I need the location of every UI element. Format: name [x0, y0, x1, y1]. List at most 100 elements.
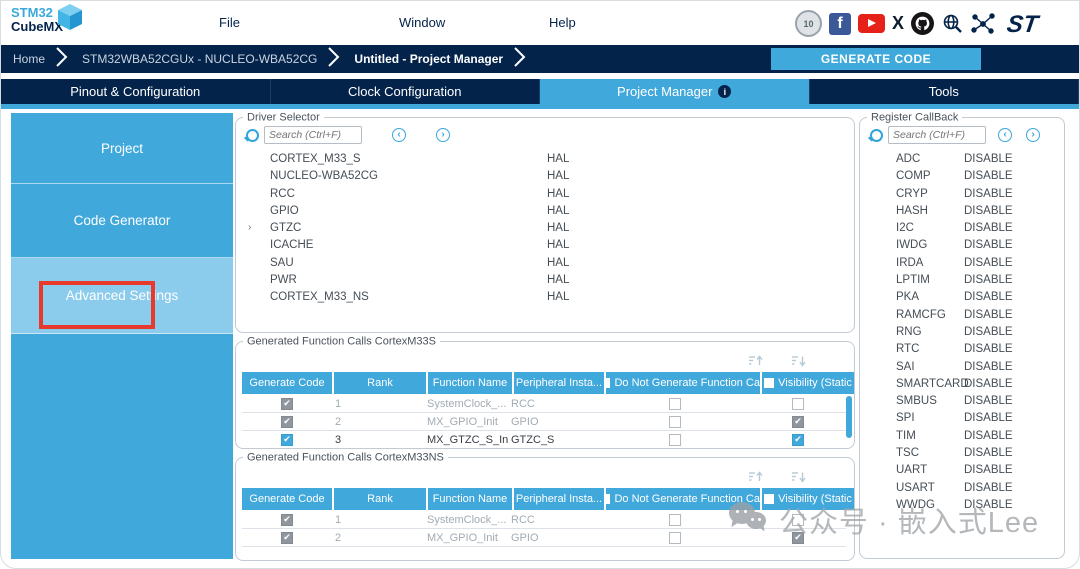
register-row[interactable]: ADC DISABLE: [860, 152, 1064, 169]
driver-row[interactable]: ICACHE HAL: [236, 238, 854, 255]
header-checkbox[interactable]: [606, 494, 611, 504]
register-row[interactable]: COMP DISABLE: [860, 169, 1064, 186]
column-header-function[interactable]: Function Name: [428, 488, 512, 510]
info-icon[interactable]: i: [718, 85, 732, 98]
register-row[interactable]: SPI DISABLE: [860, 411, 1064, 428]
checkbox-generate[interactable]: ✔: [281, 415, 293, 428]
menu-file[interactable]: File: [219, 15, 240, 30]
driver-row[interactable]: GPIO HAL: [236, 204, 854, 221]
header-checkbox[interactable]: [764, 378, 775, 388]
register-row[interactable]: IWDG DISABLE: [860, 238, 1064, 255]
generate-code-button[interactable]: GENERATE CODE: [771, 48, 981, 70]
chevron-expand-icon[interactable]: ›: [248, 222, 251, 233]
sort-descending-icon[interactable]: [791, 354, 806, 372]
tab-pinout-configuration[interactable]: Pinout & Configuration: [1, 79, 271, 104]
register-row[interactable]: I2C DISABLE: [860, 221, 1064, 238]
prev-result-button[interactable]: ‹: [998, 128, 1012, 142]
checkbox-visibility[interactable]: [792, 513, 804, 526]
checkbox-visibility[interactable]: ✔: [792, 531, 804, 544]
driver-row[interactable]: CORTEX_M33_NS HAL: [236, 290, 854, 307]
header-checkbox[interactable]: [764, 494, 775, 504]
register-row[interactable]: SMBUS DISABLE: [860, 394, 1064, 411]
column-header-rank[interactable]: Rank: [334, 488, 426, 510]
column-header-rank[interactable]: Rank: [334, 372, 426, 394]
register-row[interactable]: TSC DISABLE: [860, 446, 1064, 463]
driver-row[interactable]: PWR HAL: [236, 273, 854, 290]
driver-row[interactable]: SAU HAL: [236, 256, 854, 273]
checkbox-visibility[interactable]: ✔: [792, 415, 804, 428]
community-icon[interactable]: [971, 12, 996, 35]
register-row[interactable]: TIM DISABLE: [860, 429, 1064, 446]
tab-tools[interactable]: Tools: [810, 79, 1079, 104]
table-row[interactable]: ✔ 2 MX_GPIO_Init GPIO ✔: [242, 413, 846, 431]
register-row[interactable]: LPTIM DISABLE: [860, 273, 1064, 290]
checkbox-generate[interactable]: ✔: [281, 531, 293, 544]
table-row[interactable]: ✔ 2 MX_GPIO_Init GPIO ✔: [242, 529, 846, 547]
column-header-peripheral[interactable]: Peripheral Insta...: [514, 488, 604, 510]
facebook-icon[interactable]: f: [828, 12, 851, 35]
register-row[interactable]: SAI DISABLE: [860, 360, 1064, 377]
checkbox-visibility[interactable]: [792, 397, 804, 410]
column-header-do_not_generate[interactable]: Do Not Generate Function Ca: [606, 372, 760, 394]
checkbox-do_not_generate[interactable]: [669, 397, 681, 410]
search-globe-icon[interactable]: [941, 12, 964, 35]
next-result-button[interactable]: ›: [436, 128, 450, 142]
driver-row[interactable]: › GTZC HAL: [236, 221, 854, 238]
column-header-do_not_generate[interactable]: Do Not Generate Function Ca: [606, 488, 760, 510]
register-search-input[interactable]: [888, 126, 986, 144]
youtube-icon[interactable]: [857, 14, 885, 33]
register-row[interactable]: PKA DISABLE: [860, 290, 1064, 307]
register-row[interactable]: SMARTCARD DISABLE: [860, 377, 1064, 394]
table-row[interactable]: ✔ 1 SystemClock_... RCC: [242, 395, 846, 413]
checkbox-do_not_generate[interactable]: [669, 415, 681, 428]
column-header-function[interactable]: Function Name: [428, 372, 512, 394]
x-twitter-icon[interactable]: X: [892, 13, 904, 34]
driver-row[interactable]: CORTEX_M33_S HAL: [236, 152, 854, 169]
github-icon[interactable]: [911, 12, 934, 35]
checkbox-generate[interactable]: ✔: [281, 397, 293, 410]
st-logo-icon[interactable]: ST: [1003, 11, 1049, 37]
checkbox-generate[interactable]: ✔: [281, 513, 293, 526]
register-row[interactable]: RTC DISABLE: [860, 342, 1064, 359]
tab-clock-configuration[interactable]: Clock Configuration: [271, 79, 540, 104]
badge-10-years-icon[interactable]: 10: [794, 10, 822, 37]
sort-ascending-icon[interactable]: [748, 354, 763, 372]
column-header-generate[interactable]: Generate Code: [242, 488, 332, 510]
column-header-generate[interactable]: Generate Code: [242, 372, 332, 394]
table-row[interactable]: ✔ 1 SystemClock_... RCC: [242, 511, 846, 529]
checkbox-visibility[interactable]: ✔: [792, 433, 804, 446]
column-header-visibility[interactable]: Visibility (Static: [762, 488, 854, 510]
register-row[interactable]: USART DISABLE: [860, 481, 1064, 498]
breadcrumb-item-3[interactable]: Untitled - Project Manager: [342, 52, 511, 66]
register-row[interactable]: UART DISABLE: [860, 463, 1064, 480]
register-row[interactable]: HASH DISABLE: [860, 204, 1064, 221]
driver-row[interactable]: RCC HAL: [236, 187, 854, 204]
driver-row[interactable]: NUCLEO-WBA52CG HAL: [236, 169, 854, 186]
register-row[interactable]: WWDG DISABLE: [860, 498, 1064, 515]
breadcrumb-item-1[interactable]: Home: [1, 52, 53, 66]
sidebar-item-project[interactable]: Project: [11, 113, 233, 184]
next-result-button[interactable]: ›: [1026, 128, 1040, 142]
table-row[interactable]: ✔ 3 MX_GTZC_S_Init GTZC_S ✔: [242, 431, 846, 448]
breadcrumb-item-2[interactable]: STM32WBA52CGUx - NUCLEO-WBA52CG: [70, 52, 325, 66]
checkbox-do_not_generate[interactable]: [669, 433, 681, 446]
table-scrollbar[interactable]: [846, 396, 852, 438]
checkbox-do_not_generate[interactable]: [669, 513, 681, 526]
checkbox-do_not_generate[interactable]: [669, 531, 681, 544]
sort-descending-icon[interactable]: [791, 470, 806, 488]
register-row[interactable]: RNG DISABLE: [860, 325, 1064, 342]
column-header-visibility[interactable]: Visibility (Static: [762, 372, 854, 394]
column-header-peripheral[interactable]: Peripheral Insta...: [514, 372, 604, 394]
register-row[interactable]: IRDA DISABLE: [860, 256, 1064, 273]
sort-ascending-icon[interactable]: [748, 470, 763, 488]
register-row[interactable]: CRYP DISABLE: [860, 187, 1064, 204]
header-checkbox[interactable]: [606, 378, 611, 388]
prev-result-button[interactable]: ‹: [392, 128, 406, 142]
checkbox-generate[interactable]: ✔: [281, 433, 293, 446]
sidebar-item-code-generator[interactable]: Code Generator: [11, 184, 233, 258]
menu-window[interactable]: Window: [399, 15, 445, 30]
tab-project-manager[interactable]: Project Manager i: [540, 79, 810, 104]
driver-search-input[interactable]: [264, 126, 362, 144]
register-row[interactable]: RAMCFG DISABLE: [860, 308, 1064, 325]
menu-help[interactable]: Help: [549, 15, 576, 30]
